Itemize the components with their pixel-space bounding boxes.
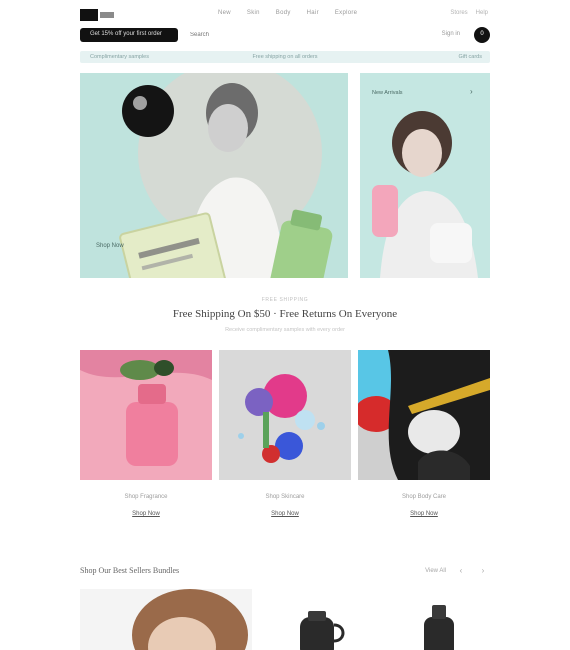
carousel-prev-icon[interactable]: ‹ [454,566,468,576]
category-fragrance-image [80,350,212,466]
brand-logo[interactable] [80,9,116,21]
nav-item-skin[interactable]: Skin [247,10,260,16]
announcement-right[interactable]: Gift cards [458,54,482,60]
product-image-portrait [132,589,248,650]
promo-button[interactable]: Get 15% off your first order [80,28,178,42]
logo-mark [80,9,98,21]
utility-link-help[interactable]: Help [476,10,488,16]
category-shop-link[interactable]: Shop Now [219,511,351,517]
hero-side-illustration [372,111,478,278]
utility-links: Stores Help [450,10,488,16]
bestsellers-title: Shop Our Best Sellers Bundles [80,566,180,575]
category-label: Shop Fragrance [124,494,168,500]
cart-count: 0 [480,31,484,37]
category-card-fragrance[interactable] [80,350,212,480]
category-card-skincare[interactable] [219,350,351,480]
product-image-bottle [300,611,345,650]
hero-side-caption: New Arrivals [372,90,403,96]
bestsellers-carousel-controls: ‹ › [454,566,490,576]
category-bodycare-image [358,350,490,480]
category-label: Shop Body Care [401,494,447,500]
product-image-bottle [424,605,454,650]
logo-wordmark [100,12,114,18]
main-nav: New Skin Body Hair Explore [218,10,357,16]
search-row: Get 15% off your first order Sign in 0 [80,27,490,44]
top-bar: New Skin Body Hair Explore Stores Help [80,6,490,24]
hero-banner-side[interactable]: New Arrivals › [360,73,490,278]
utility-link-stores[interactable]: Stores [450,10,467,16]
shipping-subtitle: Receive complimentary samples with every… [225,327,345,333]
sign-in-link[interactable]: Sign in [442,31,460,37]
announcement-bar: Complimentary samples Free shipping on a… [80,51,490,63]
category-skincare-image [238,374,325,463]
category-shop-link[interactable]: Shop Now [80,511,212,517]
hero-banner-main[interactable]: Shop Now [80,73,348,278]
category-label: Shop Skincare [265,494,305,500]
product-card[interactable] [270,589,380,650]
nav-item-hair[interactable]: Hair [307,10,319,16]
product-card[interactable] [390,589,490,650]
nav-item-body[interactable]: Body [276,10,291,16]
search-input[interactable] [190,29,310,41]
shipping-kicker: FREE SHIPPING [261,297,309,303]
nav-item-explore[interactable]: Explore [335,10,357,16]
cart-button[interactable]: 0 [474,27,490,43]
hero-main-caption: Shop Now [96,243,124,249]
shipping-title: Free Shipping On $50 · Free Returns On E… [172,308,398,320]
carousel-next-icon[interactable]: › [476,566,490,576]
category-card-bodycare[interactable] [358,350,490,480]
product-card[interactable] [80,589,252,650]
nav-item-new[interactable]: New [218,10,231,16]
hero-side-arrow-icon[interactable]: › [470,87,480,97]
category-shop-link[interactable]: Shop Now [358,511,490,517]
promo-label: Get 15% off your first order [90,31,162,37]
announcement-center[interactable]: Free shipping on all orders [80,54,490,60]
bestsellers-view-all[interactable]: View All [425,568,446,574]
